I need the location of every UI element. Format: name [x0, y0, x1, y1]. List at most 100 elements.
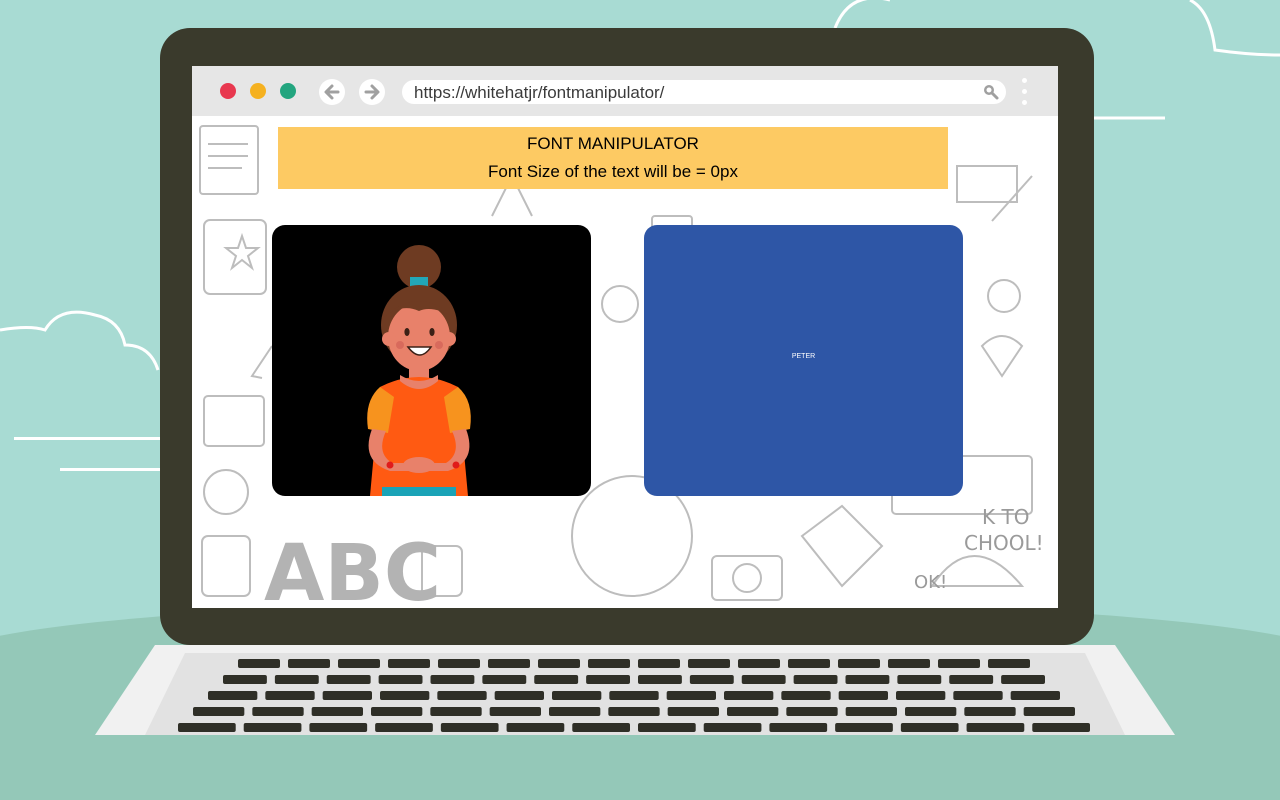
keyboard-key	[494, 691, 544, 700]
keyboard-key	[888, 659, 930, 668]
keyboard-key	[223, 675, 267, 684]
keyboard-key	[371, 707, 423, 716]
keyboard-key	[900, 723, 959, 732]
keyboard-key	[786, 707, 838, 716]
keyboard-key	[388, 659, 430, 668]
keyboard-key	[288, 659, 330, 668]
keyboard-key	[689, 675, 734, 684]
keyboard-key	[741, 675, 786, 684]
keyboard-key	[243, 723, 302, 732]
keyboard-key	[178, 723, 236, 732]
keyboard-key	[378, 675, 423, 684]
keyboard-key	[845, 675, 890, 684]
keyboard-key	[572, 723, 630, 732]
laptop-keyboard	[95, 645, 1175, 735]
keyboard-key	[953, 691, 1003, 700]
keyboard-key	[666, 691, 716, 700]
keyboard-key	[638, 723, 696, 732]
keyboard-key	[938, 659, 980, 668]
keyboard-key	[964, 707, 1016, 716]
back-button[interactable]	[319, 79, 345, 105]
keyboard-key	[193, 707, 245, 716]
keyboard-key	[667, 707, 719, 716]
close-window-dot[interactable]	[220, 83, 236, 99]
keyboard-key	[326, 675, 371, 684]
keyboard-key	[265, 691, 315, 700]
keyboard-key	[534, 675, 579, 684]
keyboard-key	[489, 707, 541, 716]
keyboard-key	[738, 659, 780, 668]
font-preview-panel: PETER	[644, 225, 963, 496]
keyboard-key	[586, 675, 630, 684]
keyboard-key	[208, 691, 258, 700]
svg-text:CHOOL!: CHOOL!	[964, 531, 1044, 555]
back-arrow-icon	[324, 84, 340, 100]
browser-window: https://whitehatjr/fontmanipulator/ ABC …	[192, 66, 1058, 608]
page-title: FONT MANIPULATOR	[527, 134, 699, 153]
keyboard-key	[1032, 723, 1090, 732]
keyboard-key	[274, 675, 319, 684]
keyboard-key	[338, 659, 380, 668]
keyboard-key	[552, 691, 602, 700]
forward-arrow-icon	[364, 84, 380, 100]
keyboard-key	[252, 707, 304, 716]
keyboard-key	[380, 691, 430, 700]
keyboard-key	[769, 723, 828, 732]
keyboard-key	[375, 723, 433, 732]
keyboard-key	[311, 707, 363, 716]
keyboard-key	[482, 675, 527, 684]
minimize-window-dot[interactable]	[250, 83, 266, 99]
keyboard-key	[430, 675, 475, 684]
keyboard-key	[905, 707, 957, 716]
header-banner: FONT MANIPULATOR Font Size of the text w…	[278, 127, 948, 189]
keyboard-key	[309, 723, 368, 732]
keyboard-key	[793, 675, 838, 684]
keyboard-key	[430, 707, 482, 716]
keyboard-key	[488, 659, 530, 668]
keyboard-key	[896, 691, 946, 700]
url-text: https://whitehatjr/fontmanipulator/	[414, 83, 665, 102]
svg-text:K TO: K TO	[982, 505, 1029, 529]
svg-text:ABC: ABC	[264, 529, 441, 608]
keyboard-key	[966, 723, 1025, 732]
keyboard-key	[638, 675, 682, 684]
keyboard-key	[638, 659, 680, 668]
search-icon[interactable]	[982, 83, 1000, 101]
forward-button[interactable]	[359, 79, 385, 105]
font-size-readout: Font Size of the text will be = 0px	[488, 162, 738, 181]
keyboard-key	[609, 691, 659, 700]
keyboard-key	[835, 723, 893, 732]
girl-character-illustration	[367, 245, 471, 496]
keyboard-key	[506, 723, 565, 732]
keyboard-key	[437, 691, 487, 700]
keyboard-key	[838, 691, 888, 700]
keyboard-key	[549, 707, 601, 716]
menu-dots-icon[interactable]	[1020, 78, 1028, 106]
keyboard-key	[949, 675, 994, 684]
keyboard-key	[608, 707, 660, 716]
svg-text:OK!: OK!	[914, 572, 947, 593]
browser-toolbar: https://whitehatjr/fontmanipulator/	[192, 66, 1058, 116]
preview-text: PETER	[791, 353, 816, 360]
cloud-line	[14, 437, 160, 440]
keyboard-key	[588, 659, 630, 668]
keyboard-key	[688, 659, 730, 668]
keyboard-key	[322, 691, 372, 700]
keyboard-key	[838, 659, 880, 668]
keyboard-key	[897, 675, 942, 684]
keyboard-key	[781, 691, 831, 700]
cloud-line	[60, 468, 160, 471]
keyboard-key	[788, 659, 830, 668]
keyboard-key	[1023, 707, 1075, 716]
keyboard-key	[988, 659, 1030, 668]
maximize-window-dot[interactable]	[280, 83, 296, 99]
webcam-video-panel	[272, 225, 591, 496]
keyboard-key	[538, 659, 580, 668]
keyboard-key	[438, 659, 480, 668]
address-bar[interactable]: https://whitehatjr/fontmanipulator/	[402, 80, 1006, 104]
keyboard-key	[1010, 691, 1060, 700]
keyboard-key	[845, 707, 897, 716]
keyboard-key	[727, 707, 779, 716]
keyboard-key	[703, 723, 762, 732]
keyboard-key	[238, 659, 280, 668]
